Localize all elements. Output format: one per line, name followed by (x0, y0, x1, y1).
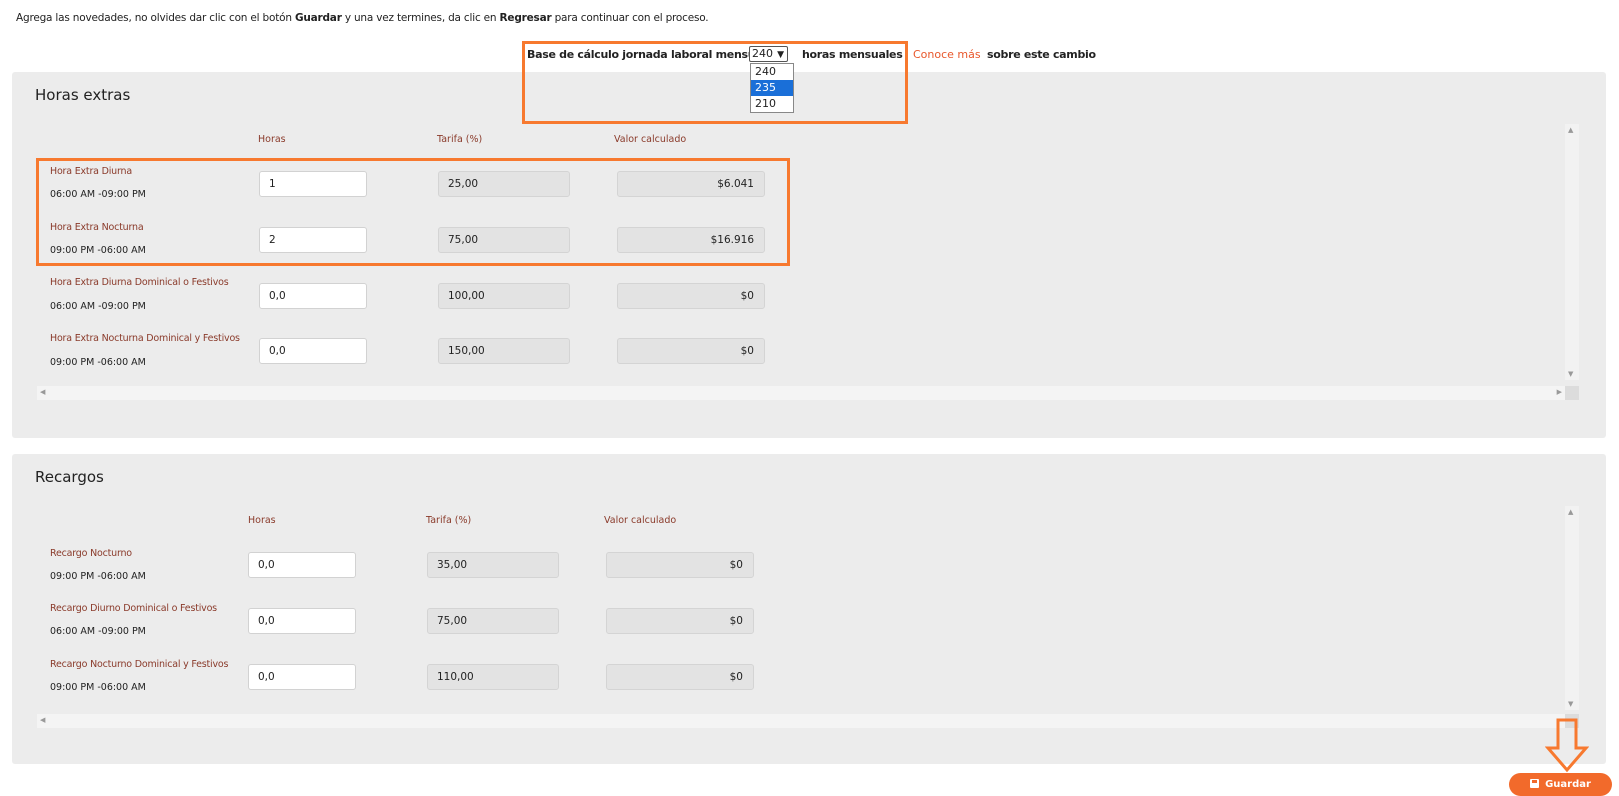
scrollbar-corner (1565, 386, 1579, 400)
vertical-scrollbar[interactable]: ▲ ▼ (1565, 506, 1579, 710)
tarifa-field: 75,00 (427, 608, 559, 634)
row-time: 06:00 AM -09:00 PM (50, 626, 146, 637)
scroll-up-icon[interactable]: ▲ (1568, 126, 1573, 134)
column-header-valor: Valor calculado (604, 515, 677, 526)
row-name: Hora Extra Diurna Dominical o Festivos (50, 277, 229, 288)
row-name: Hora Extra Nocturna (50, 222, 144, 233)
horas-input[interactable]: 0,0 (248, 608, 356, 634)
row-time: 09:00 PM -06:00 AM (50, 682, 146, 693)
column-header-tarifa: Tarifa (%) (426, 515, 472, 526)
row-name: Hora Extra Diurna (50, 166, 132, 177)
dropdown-option[interactable]: 240 (751, 64, 793, 80)
instructions-part: y una vez termines, da clic en (341, 12, 500, 24)
valor-field: $6.041 (617, 171, 765, 197)
scroll-left-icon[interactable]: ◀ (40, 388, 45, 396)
row-time: 09:00 PM -06:00 AM (50, 571, 146, 582)
row-name: Recargo Diurno Dominical o Festivos (50, 603, 217, 614)
horas-input[interactable]: 2 (259, 227, 367, 253)
horas-input[interactable]: 0,0 (248, 664, 356, 690)
tarifa-field: 150,00 (438, 338, 570, 364)
column-header-tarifa: Tarifa (%) (437, 134, 483, 145)
column-header-horas: Horas (248, 515, 276, 526)
save-icon (1530, 779, 1540, 788)
instructions-regresar: Regresar (499, 12, 552, 24)
instructions-part: Agrega las novedades, no olvides dar cli… (16, 12, 295, 24)
column-header-horas: Horas (258, 134, 286, 145)
valor-field: $0 (606, 552, 754, 578)
base-hours-dropdown: 240 235 210 (750, 63, 794, 113)
conoce-mas-link[interactable]: Conoce más (913, 48, 981, 61)
scroll-up-icon[interactable]: ▲ (1568, 508, 1573, 516)
valor-field: $16.916 (617, 227, 765, 253)
base-units-label: horas mensuales (802, 48, 903, 61)
scroll-left-icon[interactable]: ◀ (40, 716, 45, 724)
valor-field: $0 (606, 664, 754, 690)
recargos-panel: Recargos Horas Tarifa (%) Valor calculad… (12, 454, 1606, 764)
panel-title: Horas extras (35, 86, 131, 104)
instructions-part: para continuar con el proceso. (551, 12, 709, 24)
column-header-valor: Valor calculado (614, 134, 687, 145)
sobre-cambio-text: sobre este cambio (987, 48, 1096, 61)
valor-field: $0 (617, 338, 765, 364)
tarifa-field: 110,00 (427, 664, 559, 690)
scroll-right-icon[interactable]: ▶ (1557, 388, 1562, 396)
row-time: 09:00 PM -06:00 AM (50, 357, 146, 368)
horizontal-scrollbar[interactable]: ◀ (37, 714, 1565, 728)
panel-title: Recargos (35, 468, 104, 486)
horizontal-scrollbar[interactable]: ◀ ▶ (37, 386, 1565, 400)
horas-input[interactable]: 0,0 (248, 552, 356, 578)
instructions-guardar: Guardar (294, 12, 342, 24)
dropdown-option[interactable]: 235 (751, 80, 793, 96)
base-label: Base de cálculo jornada laboral mensual (527, 48, 766, 61)
tarifa-field: 25,00 (438, 171, 570, 197)
instructions-text: Agrega las novedades, no olvides dar cli… (16, 12, 709, 24)
row-time: 06:00 AM -09:00 PM (50, 301, 146, 312)
scroll-down-icon[interactable]: ▼ (1568, 700, 1573, 708)
tarifa-field: 35,00 (427, 552, 559, 578)
row-time: 06:00 AM -09:00 PM (50, 189, 146, 200)
row-name: Recargo Nocturno (50, 548, 132, 559)
horas-input[interactable]: 1 (259, 171, 367, 197)
row-name: Recargo Nocturno Dominical y Festivos (50, 659, 229, 670)
chevron-down-icon: ▼ (777, 50, 784, 60)
horas-extras-panel: Horas extras Horas Tarifa (%) Valor calc… (12, 72, 1606, 438)
save-button[interactable]: Guardar (1509, 773, 1612, 796)
vertical-scrollbar[interactable]: ▲ ▼ (1565, 124, 1579, 380)
row-name: Hora Extra Nocturna Dominical y Festivos (50, 333, 240, 344)
horas-input[interactable]: 0,0 (259, 338, 367, 364)
save-button-label: Guardar (1545, 779, 1591, 790)
base-hours-select[interactable]: 240 ▼ (749, 46, 788, 62)
horas-input[interactable]: 0,0 (259, 283, 367, 309)
row-time: 09:00 PM -06:00 AM (50, 245, 146, 256)
tarifa-field: 100,00 (438, 283, 570, 309)
scroll-down-icon[interactable]: ▼ (1568, 370, 1573, 378)
tarifa-field: 75,00 (438, 227, 570, 253)
valor-field: $0 (606, 608, 754, 634)
annotation-arrow-down-icon (1545, 718, 1589, 773)
valor-field: $0 (617, 283, 765, 309)
base-select-value: 240 (752, 47, 773, 60)
dropdown-option[interactable]: 210 (751, 96, 793, 112)
